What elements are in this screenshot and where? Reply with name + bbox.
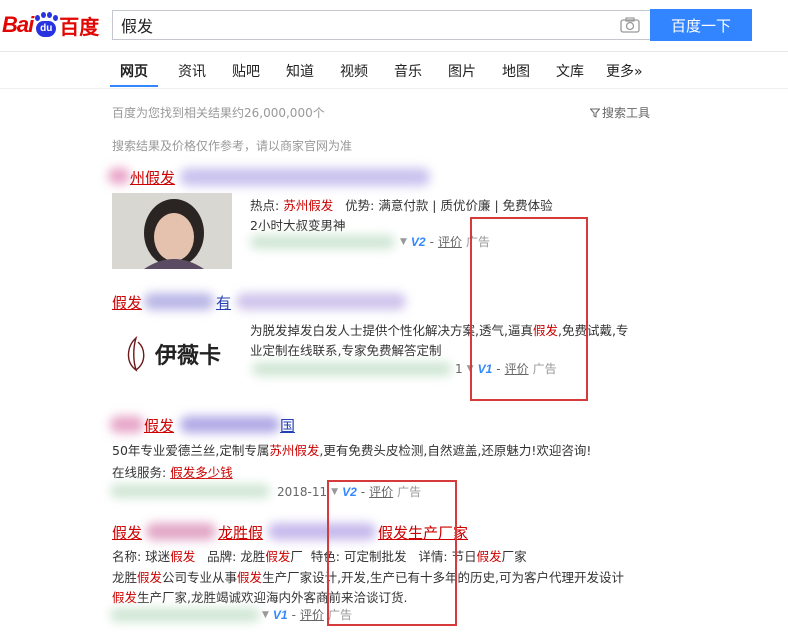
desc-text: 50年专业爱德兰丝,定制专属 — [112, 443, 270, 458]
result3-title-end[interactable]: 国 — [280, 415, 295, 436]
blur-mask — [110, 484, 270, 498]
highlight-box — [470, 217, 588, 401]
dropdown-arrow-icon[interactable]: ▼ — [400, 237, 407, 247]
tab-images[interactable]: 图片 — [448, 61, 476, 81]
logo-cn: 百度 — [59, 14, 100, 39]
camera-icon[interactable] — [620, 17, 640, 33]
hot-link[interactable]: 苏州假发 — [283, 198, 333, 213]
keyword: 假发 — [265, 549, 291, 564]
result3-service: 在线服务: 假发多少钱 — [112, 462, 233, 481]
result4-title-c[interactable]: 龙胜假 — [218, 522, 263, 543]
filter-icon — [590, 108, 600, 118]
blur-mask — [180, 416, 280, 433]
blur-mask — [146, 523, 216, 540]
search-input[interactable] — [121, 15, 601, 35]
tab-video[interactable]: 视频 — [340, 61, 368, 81]
advantage-text: 优势: 满意付款 | 质优价廉 | 免费体验 — [345, 198, 553, 213]
dropdown-arrow-icon[interactable]: ▼ — [262, 610, 269, 620]
logo-du: du — [36, 21, 57, 37]
blur-mask — [250, 235, 395, 249]
result1-title[interactable]: 州假发 — [130, 167, 175, 188]
keyword: 假发 — [137, 570, 163, 585]
result4-line1: 名称: 球迷假发 品牌: 龙胜假发厂 特色: 可定制批发 详情: 节日假发厂家 — [112, 546, 527, 565]
result-stats: 百度为您找到相关结果约26,000,000个 — [112, 106, 325, 120]
result3-title[interactable]: 假发 — [144, 415, 174, 436]
result1-line1: 热点: 苏州假发 优势: 满意付款 | 质优价廉 | 免费体验 — [250, 195, 553, 214]
url-text: 1 — [455, 361, 463, 376]
blur-mask — [110, 416, 144, 433]
separator: - — [291, 607, 296, 622]
result2-title-mid[interactable]: 有 — [216, 292, 231, 313]
keyword: 假发 — [170, 549, 196, 564]
hot-label: 热点: — [250, 198, 280, 213]
highlight-box — [327, 480, 457, 626]
desc-text: 品牌: 龙胜 — [207, 549, 266, 564]
blur-mask — [110, 608, 260, 622]
separator: - — [429, 234, 434, 249]
paw-icon: du — [34, 12, 59, 38]
result3-desc: 50年专业爱德兰丝,定制专属苏州假发,更有免费头皮检测,自然遮盖,还原魅力!欢迎… — [112, 440, 591, 459]
result1-photo — [112, 193, 232, 269]
search-tools-label: 搜索工具 — [602, 106, 651, 120]
header-divider — [0, 51, 788, 52]
service-link[interactable]: 假发多少钱 — [170, 465, 233, 480]
logo-bai: Bai — [2, 12, 34, 37]
search-tools-button[interactable]: 搜索工具 — [590, 104, 650, 121]
date-text: 2018-11 — [277, 484, 328, 499]
keyword: 苏州假发 — [269, 443, 320, 458]
desc-text: 厂家 — [501, 549, 527, 564]
tab-web[interactable]: 网页 — [120, 61, 148, 81]
tab-map[interactable]: 地图 — [502, 61, 530, 81]
keyword: 假发 — [476, 549, 502, 564]
desc-text: 公司专业从事 — [162, 570, 238, 585]
blur-mask — [108, 168, 130, 184]
keyword: 假发 — [237, 570, 263, 585]
v-badge-icon[interactable]: V1 — [273, 608, 288, 622]
brand-logo-text: 伊薇卡 — [154, 343, 221, 369]
service-label: 在线服务: — [112, 465, 167, 480]
tab-wenku[interactable]: 文库 — [556, 61, 584, 81]
search-box[interactable] — [112, 10, 650, 40]
blur-mask — [236, 293, 406, 310]
result2-title[interactable]: 假发 — [112, 292, 142, 313]
result2-desc2: 业定制在线联系,专家免费解答定制 — [250, 343, 442, 358]
tab-more[interactable]: 更多» — [606, 61, 643, 81]
result2-brand-logo: 伊薇卡 — [112, 322, 232, 386]
tab-news[interactable]: 资讯 — [178, 61, 206, 81]
keyword: 假发 — [112, 590, 138, 605]
baidu-logo[interactable]: Bai du 百度 — [2, 8, 99, 42]
blur-mask — [252, 362, 452, 376]
tab-tieba[interactable]: 贴吧 — [232, 61, 260, 81]
desc-text: 厂 — [290, 549, 303, 564]
review-link[interactable]: 评价 — [300, 606, 324, 623]
tab-music[interactable]: 音乐 — [394, 61, 422, 81]
tab-zhidao[interactable]: 知道 — [286, 61, 314, 81]
desc-text: 名称: 球迷 — [112, 549, 171, 564]
blur-mask — [180, 168, 430, 186]
tabs-divider — [0, 88, 788, 89]
desc-text: ,更有免费头皮检测,自然遮盖,还原魅力!欢迎咨询! — [319, 443, 592, 458]
leaf-logo-icon — [127, 336, 145, 372]
desc-text: 龙胜 — [112, 570, 138, 585]
price-notice: 搜索结果及价格仅作参考，请以商家官网为准 — [112, 139, 353, 153]
result1-sub: 2小时大叔变男神 — [250, 218, 346, 233]
result4-title-a[interactable]: 假发 — [112, 522, 142, 543]
blur-mask — [144, 293, 214, 310]
active-tab-indicator — [110, 85, 158, 87]
v-badge-icon[interactable]: V2 — [411, 235, 426, 249]
search-button[interactable]: 百度一下 — [650, 9, 752, 41]
review-link[interactable]: 评价 — [438, 233, 462, 250]
